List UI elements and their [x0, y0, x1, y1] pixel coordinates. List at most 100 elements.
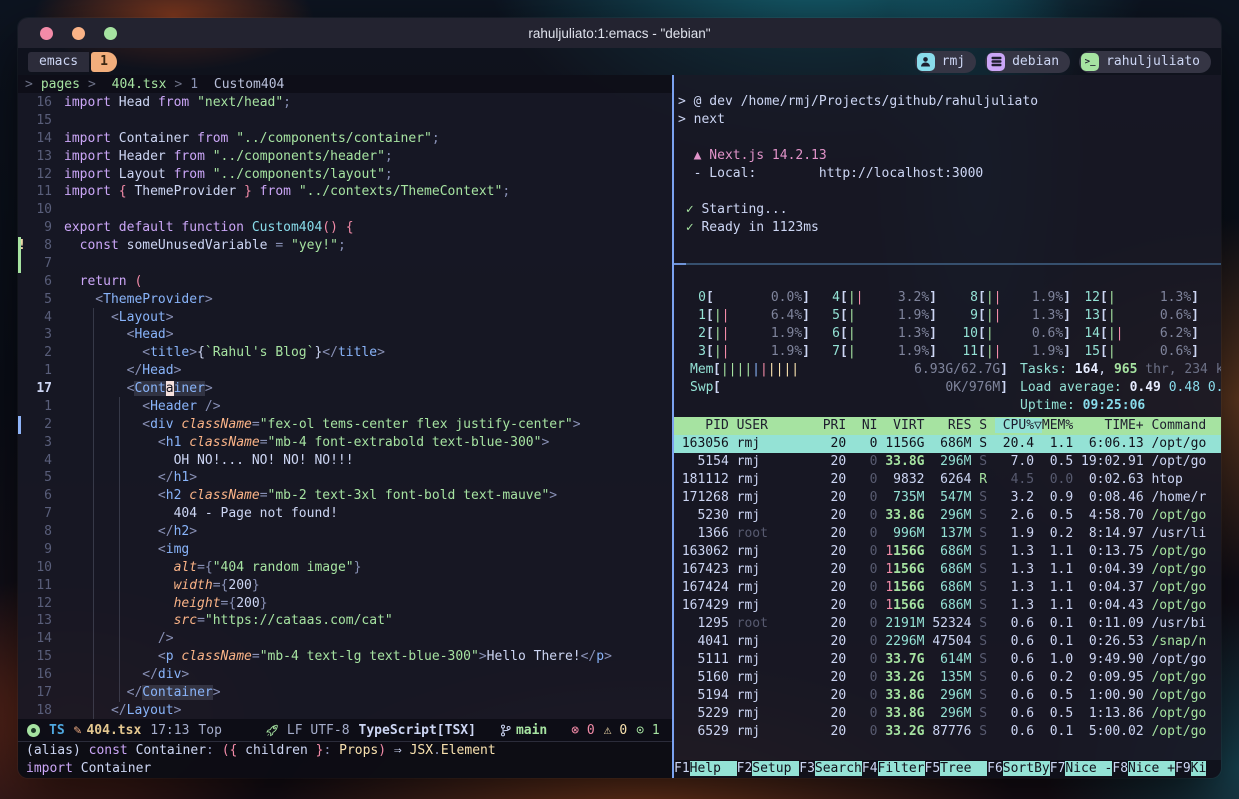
htop-pane[interactable]: 0[0.0%]4[||3.2%]8[||1.9%]12[|1.3%]1[||6.…	[674, 265, 1221, 778]
fkey-help[interactable]: F1Help	[674, 760, 737, 778]
error-icon: ⊗	[571, 723, 579, 738]
token	[338, 220, 346, 235]
token: >	[181, 667, 189, 682]
tmux-tab-emacs[interactable]: emacs	[28, 52, 89, 72]
fkey-sortby[interactable]: F6SortBy	[987, 760, 1050, 778]
line-number: 1	[28, 398, 64, 416]
fkey-nice-[interactable]: F7Nice -	[1050, 760, 1113, 778]
status-badge-user[interactable]: rmj	[915, 51, 976, 73]
breadcrumb-item[interactable]: >	[174, 77, 182, 92]
line-number: 10	[28, 201, 64, 219]
process-row[interactable]: 5160 rmj 20 0 33.2G 135M S 0.6 0.2 0:09.…	[674, 669, 1221, 687]
fkey-setup[interactable]: F2Setup	[737, 760, 800, 778]
process-row[interactable]: 163062 rmj 20 0 1156G 686M S 1.3 1.1 0:1…	[674, 543, 1221, 561]
code-text: import Container from "../components/con…	[64, 130, 440, 148]
line-number: 6	[28, 487, 64, 505]
token: ▲ Next.js 14.2.13	[678, 148, 827, 163]
meter-value: 6.93G/62.7G	[914, 361, 1000, 379]
token: Element	[441, 743, 496, 758]
process-row[interactable]: 167429 rmj 20 0 1156G 686M S 1.3 1.1 0:0…	[674, 597, 1221, 615]
maximize-button[interactable]	[104, 27, 117, 40]
token: someUnusedVariable	[119, 238, 276, 253]
token: h2	[166, 488, 182, 503]
process-row[interactable]: 5230 rmj 20 0 33.8G 296M S 2.6 0.5 4:58.…	[674, 507, 1221, 525]
process-row[interactable]: 167424 rmj 20 0 1156G 686M S 1.3 1.1 0:0…	[674, 579, 1221, 597]
token: "../components/container"	[228, 131, 432, 146]
terminal-icon: >_	[1081, 53, 1099, 71]
fkey-ki[interactable]: F9Ki	[1175, 760, 1206, 778]
process-row[interactable]: 5154 rmj 20 0 33.8G 296M S 7.0 0.5 19:02…	[674, 453, 1221, 471]
meter-bar: |	[848, 290, 856, 305]
token: from	[158, 95, 189, 110]
process-table-header[interactable]: PID USER PRI NI VIRT RES S CPU%▽MEM% TIM…	[674, 417, 1221, 435]
warning-icon: ⚠	[604, 723, 612, 738]
token: ={	[221, 596, 237, 611]
summary-token: Load average:	[1020, 380, 1130, 395]
cpu-label: 6	[824, 325, 840, 343]
code-line: 12 height={200}	[18, 595, 672, 613]
process-row[interactable]: 4041 rmj 20 0 2296M 47504 S 0.6 0.1 0:26…	[674, 633, 1221, 651]
process-row[interactable]: 171268 rmj 20 0 735M 547M S 3.2 0.9 0:08…	[674, 489, 1221, 507]
code-text: <title>{`Rahul's Blog`}</title>	[64, 344, 385, 362]
echo-line: (alias) const Container: ({ children }: …	[26, 742, 664, 760]
terminal-pane[interactable]: > @ dev /home/rmj/Projects/github/rahulj…	[674, 75, 1221, 263]
sort-column-header[interactable]: CPU%▽	[995, 418, 1042, 433]
code-line: 3 <h1 className="mb-4 font-extrabold tex…	[18, 434, 672, 452]
uptime-line: Uptime: 09:25:06	[1020, 397, 1221, 415]
status-badge-session[interactable]: >_ rahuljuliato	[1079, 51, 1211, 73]
meter-bar: |	[768, 362, 776, 377]
code-text: <p className="mb-4 text-lg text-blue-300…	[64, 648, 612, 666]
cpu-meter: 9[||1.3%]	[962, 307, 1071, 325]
tmux-tab-index-badge[interactable]: 1	[91, 52, 117, 72]
process-row[interactable]: 6529 rmj 20 0 33.2G 87776 S 0.6 0.1 5:00…	[674, 723, 1221, 741]
cpu-meter: 10[|0.6%]	[962, 325, 1071, 343]
meter-bar: |	[986, 308, 994, 323]
token: <	[64, 327, 134, 342]
code-area[interactable]: 16import Head from "next/head";1514impor…	[18, 93, 672, 719]
fkey-search[interactable]: F3Search	[799, 760, 862, 778]
breadcrumb-item[interactable]: Custom404	[206, 77, 284, 92]
process-row[interactable]: 181112 rmj 20 0 9832 6264 R 4.5 0.0 0:02…	[674, 471, 1221, 489]
breadcrumb-item[interactable]: 1	[190, 77, 198, 92]
token: <	[64, 399, 150, 414]
process-row[interactable]: 5111 rmj 20 0 33.7G 614M S 0.6 1.0 9:49.…	[674, 651, 1221, 669]
close-button[interactable]	[40, 27, 53, 40]
warning-count[interactable]: ⚠ 0	[604, 723, 627, 738]
token: > next	[678, 112, 725, 127]
cpu-meter: 4[||3.2%]	[824, 289, 937, 307]
minimize-button[interactable]	[72, 27, 85, 40]
breadcrumb-item[interactable]: 404.tsx	[104, 77, 167, 92]
info-count[interactable]: ⊙ 1	[636, 723, 659, 738]
gutter-marker	[18, 541, 28, 559]
breadcrumb-item[interactable]: >	[25, 77, 33, 92]
fkey-tree[interactable]: F5Tree	[925, 760, 988, 778]
gutter-marker	[18, 398, 28, 416]
summary-token: , 234 kthr	[1169, 362, 1221, 377]
fkey-number: F3	[799, 761, 815, 776]
code-line: 6 return (	[18, 273, 672, 291]
cpu-percent: 0.6%	[1160, 307, 1191, 325]
token: "mb-4 text-lg text-blue-300"	[260, 649, 479, 664]
meter-bar: |	[721, 362, 729, 377]
cpu-percent: 0.0%	[771, 289, 802, 307]
code-text: <div className="fex-ol tems-center flex …	[64, 416, 581, 434]
fkey-nice-[interactable]: F8Nice +	[1112, 760, 1175, 778]
code-text: </div>	[64, 666, 189, 684]
gutter-marker	[18, 452, 28, 470]
code-line: 1 </Head>	[18, 362, 672, 380]
breadcrumb-item[interactable]: >	[88, 77, 96, 92]
process-row[interactable]: 5194 rmj 20 0 33.8G 296M S 0.6 0.5 1:00.…	[674, 687, 1221, 705]
modeline-filename: 404.tsx	[86, 723, 141, 738]
process-row[interactable]: 163056 rmj 20 0 1156G 686M S 20.4 1.1 6:…	[674, 435, 1221, 453]
error-count[interactable]: ⊗ 0	[571, 723, 594, 738]
process-row[interactable]: 167423 rmj 20 0 1156G 686M S 1.3 1.1 0:0…	[674, 561, 1221, 579]
process-row[interactable]: 5229 rmj 20 0 33.8G 296M S 0.6 0.5 1:13.…	[674, 705, 1221, 723]
status-badge-label: rmj	[942, 54, 965, 69]
gutter-marker	[18, 559, 28, 577]
process-row[interactable]: 1366 root 20 0 996M 137M S 1.9 0.2 8:14.…	[674, 525, 1221, 543]
breadcrumb-item[interactable]: pages	[41, 77, 80, 92]
process-row[interactable]: 1295 root 20 0 2191M 52324 S 0.6 0.1 0:1…	[674, 615, 1221, 633]
status-badge-host[interactable]: debian	[985, 51, 1070, 73]
fkey-filter[interactable]: F4Filter	[862, 760, 925, 778]
token: <	[64, 310, 119, 325]
